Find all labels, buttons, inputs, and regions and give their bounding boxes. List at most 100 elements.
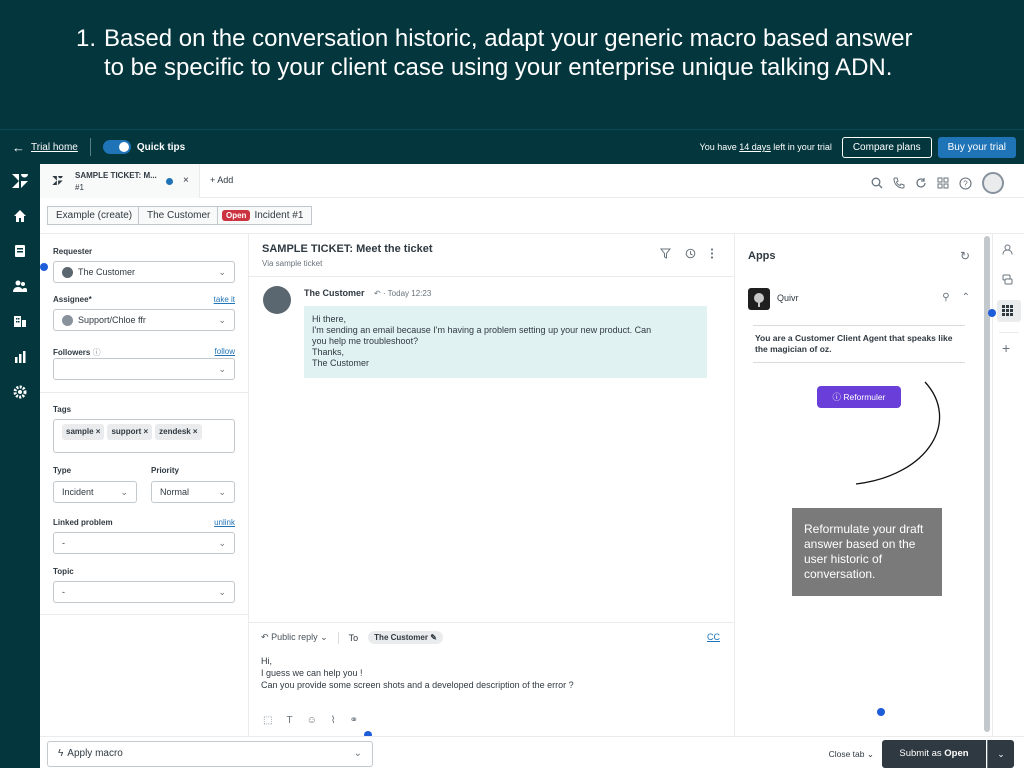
chevron-down-icon: ⌄	[218, 487, 226, 497]
reply-icon: ↶	[374, 289, 381, 298]
trial-home-link[interactable]: Trial home	[31, 142, 78, 153]
history-icon[interactable]	[685, 248, 696, 259]
type-field[interactable]: Incident ⌄	[53, 481, 137, 503]
divider	[89, 138, 91, 156]
customers-icon[interactable]	[12, 279, 28, 295]
close-tab-dropdown[interactable]: Close tab ⌄	[829, 749, 874, 760]
zendesk-logo-icon[interactable]	[12, 174, 28, 190]
ticket-tab-title: SAMPLE TICKET: M...	[75, 171, 157, 180]
avatar	[263, 286, 291, 314]
breadcrumb-example[interactable]: Example (create)	[47, 206, 142, 225]
priority-field[interactable]: Normal ⌄	[151, 481, 235, 503]
edit-icon[interactable]: ✎	[430, 633, 437, 642]
tag-chip[interactable]: support ×	[107, 424, 153, 440]
tags-field[interactable]: sample × support × zendesk ×	[53, 419, 235, 453]
svg-text:?: ?	[963, 179, 968, 188]
submit-options-button[interactable]: ⌄	[987, 740, 1014, 768]
apply-macro-label: Apply macro	[67, 748, 123, 759]
user-icon[interactable]	[1002, 244, 1013, 258]
topic-label: Topic	[53, 567, 74, 576]
chat-icon[interactable]	[1002, 274, 1013, 288]
marker-dot	[988, 309, 996, 317]
phone-icon[interactable]	[893, 177, 905, 189]
requester-field[interactable]: The Customer ⌄	[53, 261, 235, 283]
plus-icon[interactable]: +	[1002, 340, 1010, 356]
close-tab-icon[interactable]: ×	[183, 175, 189, 186]
recipient-name: The Customer	[374, 633, 428, 642]
user-avatar[interactable]	[982, 172, 1004, 194]
breadcrumb-incident[interactable]: Open Incident #1	[217, 206, 313, 225]
message-time: ↶ · Today 12:23	[374, 289, 431, 298]
chevron-down-icon: ⌄	[218, 538, 226, 548]
reporting-icon[interactable]	[12, 350, 28, 366]
pin-icon[interactable]: ⚲	[942, 292, 949, 303]
home-icon[interactable]	[12, 209, 28, 225]
ticket-tab[interactable]: SAMPLE TICKET: M... #1 ×	[40, 164, 200, 198]
quick-tips-toggle[interactable]	[102, 140, 131, 154]
requester-value: The Customer	[78, 267, 136, 277]
buy-trial-button[interactable]: Buy your trial	[937, 136, 1016, 158]
chevron-down-icon: ⌄	[218, 587, 226, 597]
topic-field[interactable]: - ⌄	[53, 581, 235, 603]
step-text: Based on the conversation historic, adap…	[104, 25, 913, 81]
reply-textarea[interactable]: Hi, I guess we can help you ! Can you pr…	[261, 655, 574, 691]
submit-status: Open	[944, 748, 969, 759]
attachment-icon[interactable]: ⌇	[331, 715, 336, 726]
link-icon[interactable]: ⚭	[350, 715, 358, 726]
reply-mode-label: Public reply	[271, 632, 318, 642]
refresh-icon[interactable]: ↻	[960, 249, 970, 263]
message-bubble: Hi there, I'm sending an email because I…	[304, 306, 707, 378]
message-line: Thanks,	[312, 347, 345, 357]
submit-button[interactable]: Submit as Open	[882, 740, 986, 768]
add-tab-button[interactable]: + Add	[210, 175, 233, 185]
compare-plans-button[interactable]: Compare plans	[841, 136, 932, 158]
lightning-icon: ϟ	[58, 748, 64, 759]
search-icon[interactable]	[871, 177, 883, 189]
settings-icon[interactable]	[12, 385, 28, 401]
organizations-icon[interactable]	[12, 314, 28, 330]
followers-field[interactable]: ⌄	[53, 358, 235, 380]
assignee-field[interactable]: Support/Chloe ffr ⌄	[53, 309, 235, 331]
back-arrow-icon[interactable]: ←	[12, 140, 25, 155]
reply-mode-dropdown[interactable]: ↶ Public reply ⌄	[261, 632, 328, 643]
apps-panel: Apps ↻ Quivr ⚲ ⌃ You are a Customer Clie…	[734, 234, 984, 736]
unlink-link[interactable]: unlink	[214, 518, 235, 527]
tag-chip[interactable]: sample ×	[62, 424, 105, 440]
cc-link[interactable]: CC	[707, 632, 720, 642]
tag-chip[interactable]: zendesk ×	[155, 424, 202, 440]
days-suffix: left in your trial	[773, 142, 832, 152]
linked-problem-field[interactable]: - ⌄	[53, 532, 235, 554]
assignee-label: Assignee*	[53, 295, 92, 304]
breadcrumb-customer[interactable]: The Customer	[138, 206, 220, 225]
footer-bar: ϟ Apply macro ⌄ Close tab ⌄ Submit as Ope…	[40, 736, 1024, 768]
views-icon[interactable]	[12, 244, 28, 260]
ticket-title: SAMPLE TICKET: Meet the ticket	[262, 243, 433, 255]
ticket-properties-panel: Requester The Customer ⌄ Assignee* take …	[40, 234, 249, 736]
trial-days-text: You have 14 days left in your trial	[700, 142, 832, 152]
followers-label: Followers ⓘ	[53, 347, 101, 358]
nav-rail	[0, 164, 40, 768]
priority-label: Priority	[151, 466, 180, 475]
text-format-icon[interactable]: T	[286, 715, 292, 726]
apps-grid-icon[interactable]	[1002, 305, 1013, 319]
take-it-link[interactable]: take it	[214, 295, 235, 304]
help-icon[interactable]: ?	[959, 176, 972, 190]
emoji-icon[interactable]: ☺	[307, 715, 317, 726]
more-icon[interactable]	[710, 248, 714, 259]
type-label: Type	[53, 466, 72, 475]
topic-value: -	[62, 587, 65, 597]
agent-prompt: You are a Customer Client Agent that spe…	[753, 325, 965, 363]
apply-macro-dropdown[interactable]: ϟ Apply macro ⌄	[47, 741, 373, 767]
filter-icon[interactable]	[660, 248, 671, 259]
apps-grid-icon[interactable]	[937, 177, 949, 189]
follow-link[interactable]: follow	[215, 347, 235, 356]
refresh-icon[interactable]	[915, 177, 927, 189]
chevron-up-icon[interactable]: ⌃	[962, 292, 970, 303]
unsaved-dot	[166, 178, 173, 185]
breadcrumb: Example (create) The Customer Open Incide…	[40, 198, 1024, 234]
compose-icon[interactable]: ⬚	[263, 715, 272, 726]
recipient-chip[interactable]: The Customer ✎	[368, 631, 443, 644]
days-count[interactable]: 14 days	[739, 142, 771, 152]
chevron-down-icon: ⌄	[218, 315, 226, 325]
chevron-down-icon: ⌄	[353, 748, 362, 759]
